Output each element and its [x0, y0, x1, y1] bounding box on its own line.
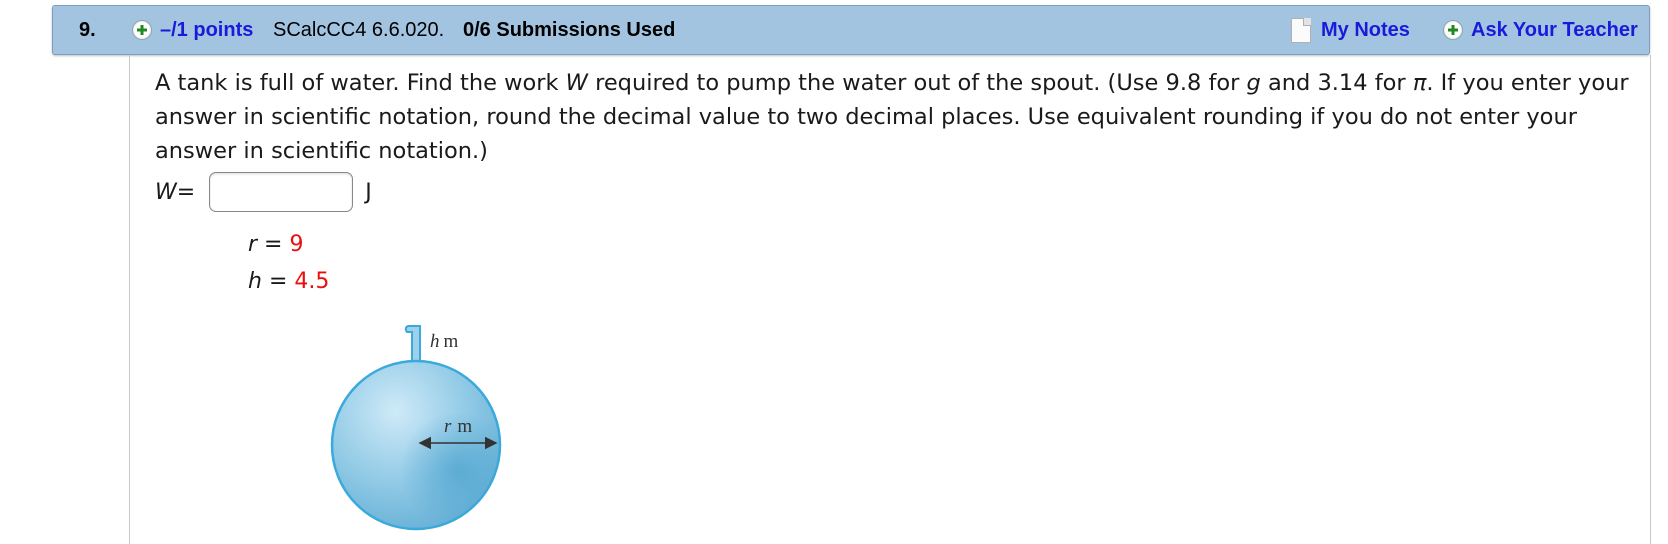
problem-code: SCalcCC4 6.6.020. — [273, 18, 445, 41]
spherical-tank-figure: hm rm — [330, 325, 502, 531]
tank-spout — [404, 325, 421, 366]
question-number: 9. — [79, 18, 96, 41]
ask-teacher-link[interactable]: Ask Your Teacher — [1471, 19, 1638, 42]
answer-variable: W — [155, 179, 177, 205]
plus-icon — [132, 20, 152, 40]
submissions-used: 0/6 Submissions Used — [463, 18, 676, 41]
my-notes-link[interactable]: My Notes — [1321, 19, 1410, 42]
note-icon — [1291, 17, 1311, 43]
points-link[interactable]: –/1 points — [160, 19, 253, 42]
spout-label-unit: m — [444, 331, 459, 352]
given-r: r = 9 — [248, 232, 304, 257]
radius-label-var: r — [444, 416, 452, 437]
my-notes-button[interactable]: My Notes — [1291, 17, 1410, 43]
answer-equals: = — [176, 179, 196, 205]
svg-text:hm: hm — [430, 331, 459, 352]
answer-row: W = J — [155, 172, 372, 212]
points-button[interactable]: –/1 points — [132, 19, 253, 42]
answer-unit: J — [365, 179, 372, 205]
tank-shading — [332, 361, 500, 529]
given-h: h = 4.5 — [248, 269, 330, 294]
content-left-border — [129, 55, 130, 544]
answer-input[interactable] — [209, 172, 354, 212]
question-text: A tank is full of water. Find the work W… — [155, 70, 1629, 164]
radius-label-unit: m — [457, 416, 472, 437]
svg-text:rm: rm — [444, 416, 472, 437]
question-header-bar: 9. –/1 points SCalcCC4 6.6.020. 0/6 Subm… — [52, 5, 1650, 55]
ask-teacher-button[interactable]: Ask Your Teacher — [1443, 19, 1638, 42]
spout-label-var: h — [430, 331, 440, 352]
plus-icon — [1443, 20, 1463, 40]
content-right-border — [1650, 55, 1651, 544]
